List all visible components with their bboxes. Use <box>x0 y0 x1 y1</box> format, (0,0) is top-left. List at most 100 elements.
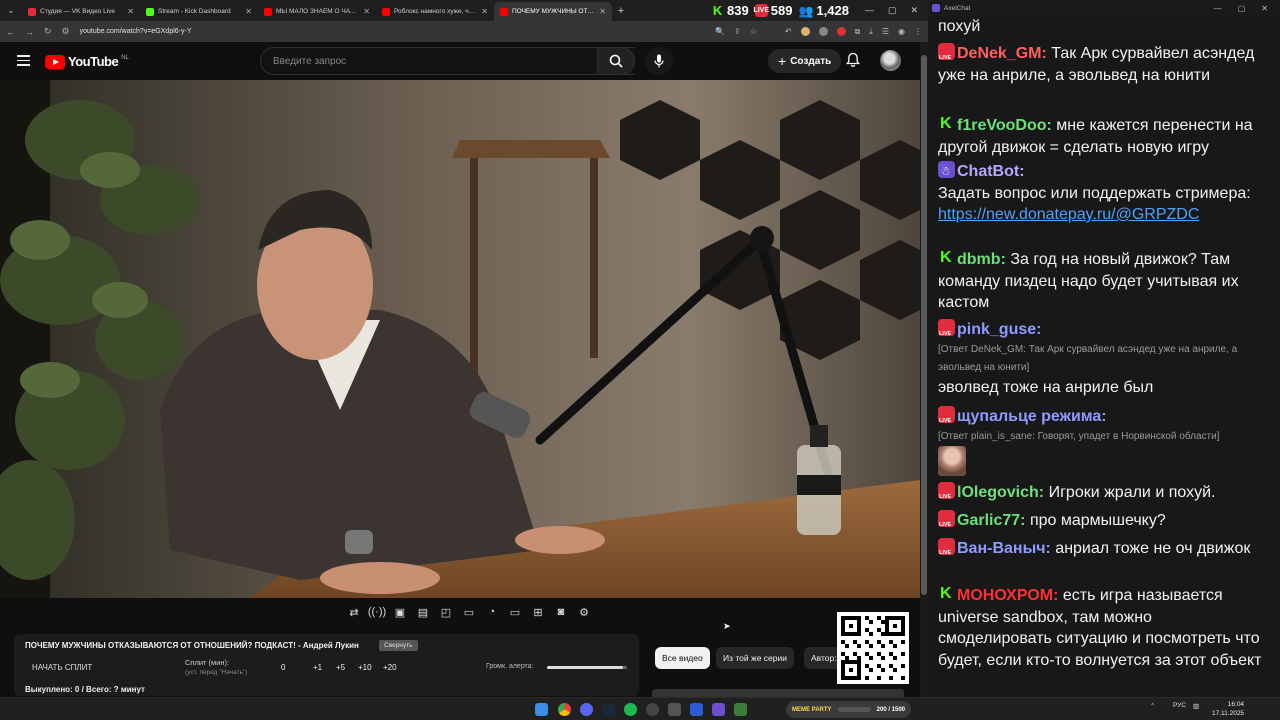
tab-search-icon[interactable]: ⌄ <box>0 0 22 21</box>
camera-settings-icon[interactable]: ▣ <box>392 605 408 619</box>
notifications-button[interactable] <box>846 52 860 73</box>
screenshot-icon[interactable]: ◙ <box>553 605 569 619</box>
zoom-icon[interactable]: 🔍 <box>715 27 725 36</box>
broadcast-icon[interactable]: ((·)) <box>368 605 386 619</box>
chip-all-videos[interactable]: Все видео <box>655 647 710 669</box>
add-5-button[interactable]: +5 <box>336 663 345 672</box>
back-arrow-icon[interactable]: ↶ <box>785 27 792 36</box>
minimize-icon[interactable]: — <box>865 5 874 16</box>
chat-nickname[interactable]: Ван-Ваныч: <box>957 540 1051 557</box>
puzzle-icon[interactable]: ⧉ <box>855 27 861 37</box>
chat-nickname[interactable]: ChatBot: <box>957 163 1025 180</box>
close-icon[interactable]: ✕ <box>1261 4 1268 13</box>
widescreen-icon[interactable]: ▭ <box>507 605 523 619</box>
chat-nickname[interactable]: lOlegovich: <box>957 484 1044 501</box>
obs-icon[interactable] <box>646 703 659 716</box>
more-icon[interactable]: ⋮ <box>914 27 922 36</box>
share-icon[interactable]: ⇪ <box>734 27 741 36</box>
theater-mode-icon[interactable]: ▭ <box>461 605 477 619</box>
create-label: Создать <box>790 55 832 67</box>
minimize-panel-button[interactable]: Свернуть <box>379 640 418 651</box>
reader-icon[interactable]: ☰ <box>882 27 889 36</box>
download-icon[interactable]: ⤓ <box>869 27 873 37</box>
forward-icon[interactable]: → <box>25 27 34 37</box>
film-icon[interactable]: ▤ <box>415 605 431 619</box>
media-player-icon[interactable] <box>690 703 703 716</box>
recommendation-thumbnail[interactable] <box>652 689 904 697</box>
chip-same-series[interactable]: Из той же серии <box>716 647 794 669</box>
tab-close-icon[interactable]: ✕ <box>127 7 134 16</box>
extension-icon[interactable] <box>800 27 810 36</box>
minimize-icon[interactable]: — <box>1214 4 1222 13</box>
youtube-logo[interactable]: YouTube NL <box>45 54 129 69</box>
search-button[interactable] <box>597 47 635 75</box>
search-input[interactable]: Введите запрос <box>260 47 635 75</box>
profile-icon[interactable]: ◉ <box>898 27 905 36</box>
create-button[interactable]: + Создать <box>768 49 842 73</box>
alert-volume-slider[interactable] <box>547 666 627 669</box>
tab-close-icon[interactable]: ✕ <box>245 7 252 16</box>
youtube-play-icon <box>45 54 65 69</box>
back-icon[interactable]: ← <box>6 27 15 37</box>
taskbar-clock[interactable]: 16:04 17.11.2025 <box>1212 700 1244 718</box>
split-hint: (уст. перед "Начать") <box>185 669 248 676</box>
chat-nickname[interactable]: f1reVooDoo: <box>957 117 1052 134</box>
kick-viewer-count: 839 <box>727 3 749 18</box>
picture-in-picture-icon[interactable]: ◰ <box>438 605 454 619</box>
tray-chevron-icon[interactable]: ⌃ <box>1150 702 1155 710</box>
chrome-icon[interactable] <box>558 703 571 716</box>
discord-icon[interactable] <box>580 703 593 716</box>
page-scrollbar-thumb[interactable] <box>921 55 927 595</box>
app-icon[interactable] <box>668 703 681 716</box>
extension-icon[interactable] <box>818 27 828 36</box>
maximize-icon[interactable]: ▢ <box>888 5 897 16</box>
tab-close-icon[interactable]: ✕ <box>363 7 370 16</box>
loop-icon[interactable]: ⇄ <box>346 605 362 619</box>
voice-search-button[interactable] <box>645 47 673 75</box>
close-icon[interactable]: ✕ <box>910 5 918 16</box>
axelchat-taskbar-icon[interactable] <box>712 703 725 716</box>
url-field[interactable]: youtube.com/watch?v=eGXdpl6-y-Y <box>80 28 705 35</box>
chat-nickname[interactable]: Garlic77: <box>957 512 1025 529</box>
input-language[interactable]: РУС <box>1173 702 1186 709</box>
donate-link[interactable]: https://new.donatepay.ru/@GRPZDC <box>938 206 1199 223</box>
meme-party-label: MEME PARTY <box>792 706 832 713</box>
reload-icon[interactable]: ↻ <box>44 26 52 37</box>
network-icon[interactable]: ▥ <box>1193 702 1199 710</box>
start-split-button[interactable]: НАЧАТЬ СПЛИТ <box>32 663 92 672</box>
chat-nickname[interactable]: DeNek_GM: <box>957 45 1047 62</box>
steam-icon[interactable] <box>602 703 615 716</box>
new-tab-button[interactable]: + <box>612 5 630 17</box>
spotify-icon[interactable] <box>624 703 637 716</box>
add-1-button[interactable]: +1 <box>313 663 322 672</box>
maximize-icon[interactable]: ▢ <box>1238 4 1246 13</box>
browser-tab[interactable]: МЫ МАЛО ЗНАЕМ О ЧАТРУЛ ✕ <box>258 2 376 21</box>
browser-tab[interactable]: Роблокс намного хуже, чем я ✕ <box>376 2 494 21</box>
chat-message: pink_guse: [Ответ DeNek_GM: Так Арк сурв… <box>938 319 1270 398</box>
browser-tab[interactable]: Студия — VK Видео Live ✕ <box>22 2 140 21</box>
chat-nickname[interactable]: МОНОХРОМ: <box>957 587 1058 604</box>
start-windows-icon[interactable] <box>535 703 548 716</box>
qr-code <box>837 612 909 684</box>
menu-icon[interactable] <box>17 55 30 69</box>
bookmark-star-icon[interactable]: ☆ <box>750 27 757 36</box>
site-info-icon[interactable]: ⚙ <box>62 26 70 37</box>
account-avatar[interactable] <box>880 50 901 71</box>
add-20-button[interactable]: +20 <box>383 663 397 672</box>
chat-nickname[interactable]: dbmb: <box>957 251 1006 268</box>
video-player[interactable] <box>0 80 920 598</box>
app-icon[interactable] <box>734 703 747 716</box>
chat-nickname[interactable]: pink_guse: <box>957 321 1041 338</box>
tab-close-icon[interactable]: ✕ <box>481 7 488 16</box>
tab-close-icon[interactable]: ✕ <box>599 7 606 16</box>
speed-icon[interactable]: ◔ <box>484 605 500 619</box>
add-box-icon[interactable]: ⊞ <box>530 605 546 619</box>
browser-tab[interactable]: ПОЧЕМУ МУЖЧИНЫ ОТКАЗЫ✕ <box>494 2 612 21</box>
extension-badge-icon[interactable] <box>836 27 846 36</box>
meme-party-widget[interactable]: MEME PARTY 200 / 1500 <box>786 701 911 718</box>
settings-gear-icon[interactable]: ⚙ <box>576 605 592 619</box>
add-10-button[interactable]: +10 <box>358 663 372 672</box>
chat-message-list[interactable]: похуй DeNek_GM: Так Арк сурвайвел асэндед… <box>928 16 1280 697</box>
chat-nickname[interactable]: щупальце режима: <box>957 408 1107 425</box>
browser-tab[interactable]: Stream - Kick Dashboard ✕ <box>140 2 258 21</box>
